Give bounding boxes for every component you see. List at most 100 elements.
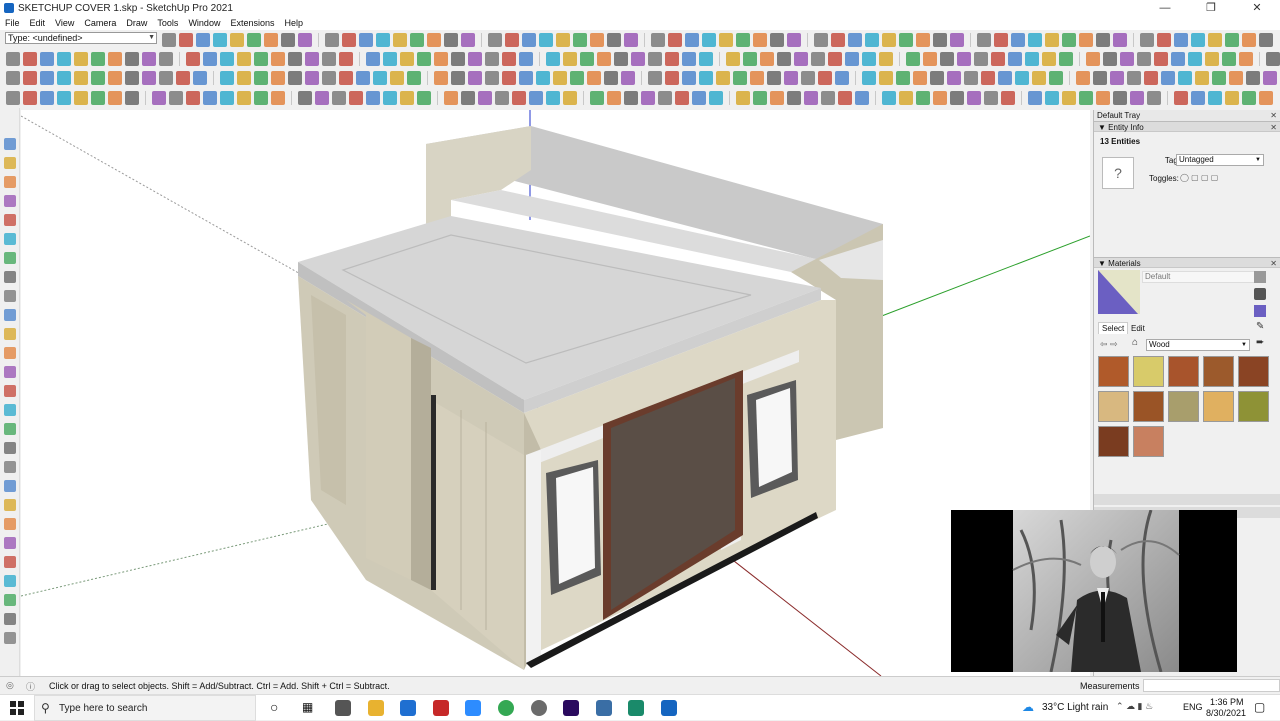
tool-button-icon[interactable]: [339, 71, 353, 85]
tool-button-icon[interactable]: [614, 52, 628, 66]
tool-button-icon[interactable]: [1008, 52, 1022, 66]
tool-button-icon[interactable]: [848, 33, 862, 47]
tool-button-icon[interactable]: [91, 91, 105, 105]
tool-button-icon[interactable]: [1195, 71, 1209, 85]
tool-button-icon[interactable]: [1222, 52, 1236, 66]
tool-button-icon[interactable]: [57, 52, 71, 66]
tool-button-icon[interactable]: [417, 91, 431, 105]
tool-button-icon[interactable]: [383, 52, 397, 66]
tool-button-icon[interactable]: [1144, 71, 1158, 85]
tool-button-icon[interactable]: [1263, 71, 1277, 85]
tool-button-icon[interactable]: [1079, 33, 1093, 47]
tool-button-icon[interactable]: [237, 71, 251, 85]
tool-button-icon[interactable]: [264, 33, 278, 47]
notification-icon[interactable]: ▢: [1254, 700, 1265, 714]
tool-button-icon[interactable]: [159, 52, 173, 66]
tool-button-icon[interactable]: [933, 33, 947, 47]
tool-button-icon[interactable]: [1086, 52, 1100, 66]
material-swatch[interactable]: [1203, 391, 1234, 422]
tool-button-icon[interactable]: [298, 33, 312, 47]
left-tool-icon[interactable]: [4, 214, 16, 226]
tool-button-icon[interactable]: [651, 33, 665, 47]
material-swatch[interactable]: [1133, 356, 1164, 387]
tool-button-icon[interactable]: [977, 33, 991, 47]
tool-button-icon[interactable]: [40, 52, 54, 66]
collapsed-panel-header[interactable]: [1094, 494, 1280, 505]
tool-button-icon[interactable]: [648, 52, 662, 66]
tool-button-icon[interactable]: [947, 71, 961, 85]
tool-button-icon[interactable]: [478, 91, 492, 105]
tool-button-icon[interactable]: [1045, 91, 1059, 105]
store-icon[interactable]: [335, 700, 351, 716]
tool-button-icon[interactable]: [733, 71, 747, 85]
tool-button-icon[interactable]: [899, 91, 913, 105]
left-tool-icon[interactable]: [4, 556, 16, 568]
tool-button-icon[interactable]: [570, 71, 584, 85]
left-tool-icon[interactable]: [4, 423, 16, 435]
left-tool-icon[interactable]: [4, 480, 16, 492]
back-forward-icons[interactable]: ⇦ ⇨: [1100, 339, 1118, 350]
chrome-icon[interactable]: [498, 700, 514, 716]
tool-button-icon[interactable]: [563, 52, 577, 66]
tool-button-icon[interactable]: [1259, 33, 1273, 47]
tool-button-icon[interactable]: [427, 33, 441, 47]
tool-button-icon[interactable]: [1212, 71, 1226, 85]
materials-header[interactable]: ▼ Materials ✕: [1094, 257, 1280, 268]
tool-button-icon[interactable]: [879, 71, 893, 85]
tool-button-icon[interactable]: [1208, 33, 1222, 47]
tool-button-icon[interactable]: [125, 91, 139, 105]
tool-button-icon[interactable]: [1059, 52, 1073, 66]
left-tool-icon[interactable]: [4, 347, 16, 359]
tool-button-icon[interactable]: [1076, 71, 1090, 85]
tool-button-icon[interactable]: [716, 71, 730, 85]
tool-button-icon[interactable]: [682, 71, 696, 85]
obs-icon[interactable]: [531, 700, 547, 716]
zoom-icon[interactable]: [465, 700, 481, 716]
tool-button-icon[interactable]: [536, 71, 550, 85]
tool-button-icon[interactable]: [23, 52, 37, 66]
tool-button-icon[interactable]: [930, 71, 944, 85]
tool-button-icon[interactable]: [519, 71, 533, 85]
home-icon[interactable]: ⌂: [1132, 337, 1138, 348]
acrobat-icon[interactable]: [433, 700, 449, 716]
tool-button-icon[interactable]: [400, 52, 414, 66]
material-swatch[interactable]: [1238, 391, 1269, 422]
tool-button-icon[interactable]: [804, 91, 818, 105]
tool-button-icon[interactable]: [23, 91, 37, 105]
tool-button-icon[interactable]: [1120, 52, 1134, 66]
left-tool-icon[interactable]: [4, 537, 16, 549]
tool-button-icon[interactable]: [580, 52, 594, 66]
tool-button-icon[interactable]: [604, 71, 618, 85]
tool-button-icon[interactable]: [359, 33, 373, 47]
tool-button-icon[interactable]: [237, 52, 251, 66]
tool-button-icon[interactable]: [288, 71, 302, 85]
menu-window[interactable]: Window: [183, 16, 225, 30]
tag-select[interactable]: Untagged ▼: [1176, 154, 1264, 166]
tool-button-icon[interactable]: [91, 52, 105, 66]
tool-button-icon[interactable]: [814, 33, 828, 47]
tool-button-icon[interactable]: [152, 91, 166, 105]
tool-button-icon[interactable]: [1246, 71, 1260, 85]
tool-button-icon[interactable]: [770, 33, 784, 47]
tool-button-icon[interactable]: [950, 91, 964, 105]
tool-button-icon[interactable]: [342, 33, 356, 47]
tool-button-icon[interactable]: [407, 71, 421, 85]
geo-location-icon[interactable]: ◎: [6, 680, 14, 691]
menu-edit[interactable]: Edit: [25, 16, 51, 30]
tool-button-icon[interactable]: [991, 52, 1005, 66]
tool-button-icon[interactable]: [899, 33, 913, 47]
tool-button-icon[interactable]: [186, 52, 200, 66]
tool-button-icon[interactable]: [699, 52, 713, 66]
material-name-field[interactable]: Default: [1142, 271, 1260, 283]
tool-button-icon[interactable]: [1242, 33, 1256, 47]
tool-button-icon[interactable]: [186, 91, 200, 105]
tool-button-icon[interactable]: [818, 71, 832, 85]
windows-start-icon[interactable]: [10, 701, 24, 715]
close-icon[interactable]: ✕: [1234, 0, 1280, 16]
tool-button-icon[interactable]: [984, 91, 998, 105]
tool-button-icon[interactable]: [485, 52, 499, 66]
tool-button-icon[interactable]: [485, 71, 499, 85]
tool-button-icon[interactable]: [777, 52, 791, 66]
tool-button-icon[interactable]: [1147, 91, 1161, 105]
material-swatch[interactable]: [1168, 356, 1199, 387]
